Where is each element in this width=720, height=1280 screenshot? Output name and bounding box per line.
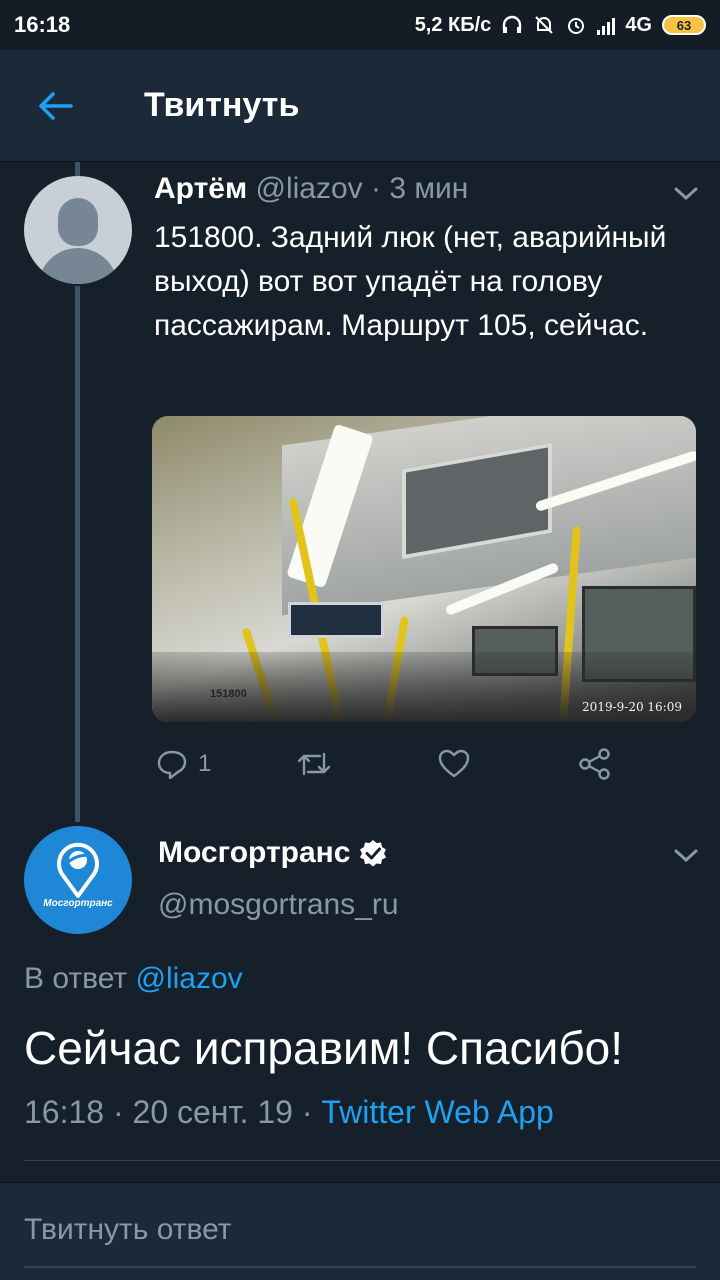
chevron-down-icon[interactable] [672, 846, 700, 866]
reply-count: 1 [198, 750, 212, 777]
retweet-icon [297, 752, 331, 776]
default-avatar-head [58, 198, 98, 246]
retweet-button[interactable] [296, 740, 332, 788]
default-avatar-body [38, 248, 118, 284]
avatar-mosgortrans[interactable]: Мосгортранс [24, 826, 132, 934]
photo-bus-number: 151800 [210, 688, 247, 700]
status-icons: 5,2 КБ/с 4G 63 [415, 14, 706, 37]
tweet2-author-handle[interactable]: @mosgortrans_ru [158, 888, 399, 922]
tweet1-text: 151800. Задний люк (нет, аварийный выход… [154, 221, 667, 342]
tweet2-separator: · [112, 1094, 124, 1130]
thread-line-top [75, 162, 80, 176]
notifications-off-icon [535, 16, 554, 34]
alarm-icon [568, 18, 585, 34]
photo-timestamp: 2019-9-20 16:09 [582, 700, 682, 714]
tweet2-source-link[interactable]: Twitter Web App [321, 1094, 553, 1130]
tweet1-actions: 1 [0, 740, 720, 788]
status-bar: 16:18 5,2 КБ/с 4G 63 [0, 0, 720, 50]
tweet2-author[interactable]: Мосгортранс [158, 836, 388, 870]
reply-prefix: В ответ [24, 962, 128, 995]
reply-composer[interactable]: Твитнуть ответ [0, 1182, 720, 1280]
battery-icon: 63 [662, 15, 706, 35]
tweet1-time[interactable]: 3 мин [389, 172, 468, 205]
composer-underline [24, 1266, 696, 1268]
tweet2-author-name: Мосгортранс [158, 836, 351, 869]
tweet2-date: 20 сент. 19 [132, 1094, 293, 1130]
tweet1-header: Артём @liazov · 3 мин [154, 172, 468, 206]
share-icon [579, 748, 610, 780]
like-button[interactable] [438, 740, 470, 788]
network-speed: 5,2 КБ/с [414, 13, 492, 36]
app-bar: Твитнуть [0, 50, 720, 162]
tweet2-time: 16:18 [24, 1094, 105, 1130]
back-button[interactable] [0, 50, 110, 162]
reply-button[interactable]: 1 [156, 740, 211, 788]
signal-icon [597, 15, 616, 35]
verified-badge-icon [360, 840, 387, 867]
photo-display [288, 602, 384, 638]
avatar-artem[interactable] [24, 176, 132, 284]
tweet1-author-name[interactable]: Артём [154, 172, 247, 205]
tweet1-photo[interactable]: 151800 2019-9-20 16:09 [152, 416, 696, 722]
divider [24, 1160, 720, 1161]
reply-context: В ответ @liazov [24, 962, 243, 996]
mosgortrans-logo-icon [57, 842, 99, 898]
heart-icon [438, 749, 470, 778]
reply-mention-link[interactable]: @liazov [135, 962, 242, 995]
headphones-icon [503, 15, 522, 33]
tweet2-meta: 16:18 · 20 сент. 19 · Twitter Web App [24, 1094, 554, 1131]
tweet1-author-handle[interactable]: @liazov [256, 172, 363, 205]
page-title: Твитнуть [144, 86, 300, 124]
tweet2-text: Сейчас исправим! Спасибо! [24, 1022, 624, 1074]
network-type: 4G [625, 13, 652, 36]
battery-level: 63 [676, 17, 692, 33]
reply-icon [157, 750, 187, 780]
reply-input[interactable]: Твитнуть ответ [24, 1213, 232, 1247]
mosgortrans-logo-text: Мосгортранс [43, 898, 113, 909]
tweet2-separator: · [301, 1094, 313, 1130]
tweet1-separator: · [371, 172, 382, 205]
arrow-left-icon [39, 91, 73, 120]
share-button[interactable] [578, 740, 612, 788]
chevron-down-icon[interactable] [672, 184, 700, 204]
status-time: 16:18 [14, 12, 71, 37]
